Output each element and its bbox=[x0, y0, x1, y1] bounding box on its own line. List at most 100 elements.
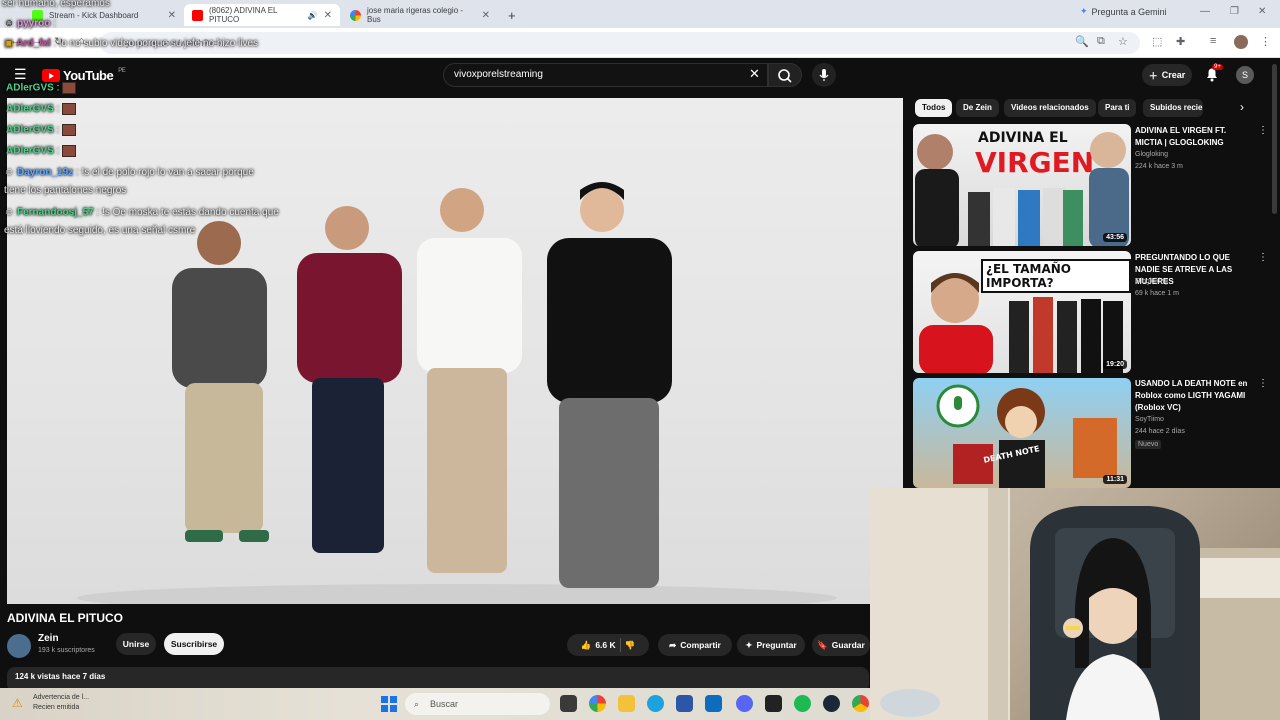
chip-videos-relacionados[interactable]: Videos relacionados bbox=[1004, 99, 1096, 117]
thumbnail-people bbox=[915, 132, 1129, 246]
menu-icon[interactable]: ⋮ bbox=[1260, 35, 1271, 48]
install-icon[interactable]: ⧉ bbox=[1097, 35, 1105, 48]
chat-badge-icon: ☺ bbox=[4, 18, 15, 29]
thumbnail-people bbox=[919, 273, 1123, 373]
recommendation-thumbnail[interactable]: ADIVINA EL VIRGEN 43:56 bbox=[913, 124, 1131, 246]
steam-icon[interactable] bbox=[823, 695, 840, 712]
chrome-icon[interactable] bbox=[852, 695, 869, 712]
channel-avatar[interactable] bbox=[7, 634, 31, 658]
search-icon: ⌕ bbox=[414, 699, 420, 709]
thumbnail-anime bbox=[936, 384, 1117, 488]
chat-line: ADlerGVS : bbox=[6, 124, 77, 136]
chat-badge-icon: ▣ bbox=[4, 38, 14, 49]
subscriber-count: 193 k suscriptores bbox=[38, 647, 95, 654]
search-button[interactable] bbox=[768, 63, 802, 87]
store-icon[interactable] bbox=[676, 695, 693, 712]
chat-line: ☺ pyyroo : bbox=[4, 18, 56, 29]
chat-line: está lloviendo seguido, es una señal csm… bbox=[4, 225, 196, 236]
video-title: ADIVINA EL PITUCO bbox=[7, 611, 124, 625]
gemini-button[interactable]: ✦ Pregunta a Gemini bbox=[1080, 6, 1167, 17]
channel-name[interactable]: Zein bbox=[38, 633, 59, 644]
chip-subidos-recientemente[interactable]: Subidos recientem bbox=[1143, 99, 1203, 117]
chip-todos[interactable]: Todos bbox=[915, 99, 953, 117]
task-view-icon[interactable] bbox=[560, 695, 577, 712]
chevron-right-icon[interactable]: › bbox=[1240, 100, 1244, 114]
spotify-icon[interactable] bbox=[794, 695, 811, 712]
recommendation-channel[interactable]: Glogloking bbox=[1135, 151, 1168, 158]
profile-avatar[interactable] bbox=[1234, 35, 1248, 49]
account-avatar[interactable]: S bbox=[1236, 66, 1254, 84]
share-button[interactable]: ➦ Compartir bbox=[658, 634, 732, 656]
recommendation-title[interactable]: ADIVINA EL VIRGEN FT. MICTIA | GLOGLOKIN… bbox=[1135, 125, 1255, 149]
tab-label: jose maria rigeras colegio - Bus bbox=[367, 6, 464, 24]
tab-google-search[interactable]: jose maria rigeras colegio - Bus ✕ bbox=[342, 4, 498, 26]
clear-search-icon[interactable]: ✕ bbox=[749, 66, 760, 82]
taskbar-search[interactable]: ⌕ Buscar bbox=[405, 693, 550, 715]
sparkle-icon: ✦ bbox=[745, 639, 753, 650]
recommendation-thumbnail[interactable]: DEATH NOTE 11:31 bbox=[913, 378, 1131, 488]
scrollbar[interactable] bbox=[1272, 64, 1277, 214]
google-icon bbox=[350, 9, 361, 21]
search-icon bbox=[778, 69, 792, 83]
chat-line: ▣ Ard_fxl : lo no subio video porque su … bbox=[4, 38, 259, 49]
windows-taskbar: ⚠ Advertencia de l... Recien emitida ⌕ B… bbox=[0, 688, 870, 720]
more-options-icon[interactable]: ⋮ bbox=[1258, 378, 1268, 389]
recommendation-meta: 224 k hace 3 m bbox=[1135, 163, 1183, 170]
chat-emote bbox=[62, 145, 77, 157]
file-explorer-icon[interactable] bbox=[618, 695, 635, 712]
notification-widget[interactable]: Advertencia de l... Recien emitida bbox=[33, 693, 89, 713]
puzzle-icon[interactable]: ✚ bbox=[1176, 35, 1185, 48]
discord-icon[interactable] bbox=[736, 695, 753, 712]
edge-icon[interactable] bbox=[647, 695, 664, 712]
chat-line: tiene los pantalones negros bbox=[4, 185, 127, 196]
recommendation-title[interactable]: USANDO LA DEATH NOTE en Roblox como LIGT… bbox=[1135, 378, 1255, 414]
bookmark-icon: 🔖 bbox=[817, 639, 828, 650]
chip-de-zein[interactable]: De Zein bbox=[956, 99, 999, 117]
extension-icon[interactable]: ⬚ bbox=[1152, 35, 1162, 48]
restore-icon[interactable]: ❐ bbox=[1230, 6, 1239, 17]
bookmark-star-icon[interactable]: ☆ bbox=[1118, 35, 1128, 48]
ask-button[interactable]: ✦ Preguntar bbox=[737, 634, 805, 656]
copilot-icon[interactable] bbox=[589, 695, 606, 712]
media-icon[interactable]: ≡ bbox=[1210, 35, 1216, 47]
recommendation-channel[interactable]: Glogloking bbox=[1135, 278, 1168, 285]
plus-icon: ＋ bbox=[1148, 70, 1158, 81]
voice-search-button[interactable] bbox=[812, 63, 836, 87]
like-dislike-group: 👍 6.6 K 👎 bbox=[567, 634, 649, 656]
chat-emote bbox=[62, 82, 77, 94]
chat-emote bbox=[62, 124, 77, 136]
duration-badge: 43:56 bbox=[1103, 233, 1127, 242]
zoom-icon[interactable]: 🔍 bbox=[1075, 35, 1089, 48]
close-icon[interactable]: ✕ bbox=[482, 10, 490, 21]
thumbs-down-icon[interactable]: 👎 bbox=[625, 640, 636, 651]
more-options-icon[interactable]: ⋮ bbox=[1258, 252, 1268, 263]
microphone-icon bbox=[819, 69, 829, 81]
streamer-webcam bbox=[870, 488, 1280, 720]
chat-line: ADlerGVS : bbox=[6, 82, 77, 94]
new-tab-button[interactable]: + bbox=[500, 4, 524, 26]
chip-para-ti[interactable]: Para ti bbox=[1098, 99, 1137, 117]
recommendation-meta: 244 hace 2 días bbox=[1135, 428, 1185, 435]
chat-line: ☺ Fernandoosj_57 : !s Oe moska te estás … bbox=[4, 207, 279, 218]
divider bbox=[619, 638, 621, 652]
new-badge: Nuevo bbox=[1135, 440, 1162, 449]
minimize-icon[interactable]: — bbox=[1200, 6, 1210, 17]
create-button[interactable]: ＋ Crear bbox=[1142, 64, 1192, 86]
search-input[interactable]: vivoxporelstreaming bbox=[443, 63, 768, 87]
notification-count-badge: 9+ bbox=[1212, 64, 1223, 70]
outlook-icon[interactable] bbox=[705, 695, 722, 712]
chat-badge-icon: ☺ bbox=[4, 167, 15, 178]
like-button[interactable]: 👍 6.6 K bbox=[581, 640, 616, 651]
more-options-icon[interactable]: ⋮ bbox=[1258, 125, 1268, 136]
join-button[interactable]: Unirse bbox=[116, 633, 156, 655]
windows-start-icon[interactable] bbox=[381, 696, 397, 712]
share-icon: ➦ bbox=[669, 639, 677, 650]
subscribe-button[interactable]: Suscribirse bbox=[164, 633, 224, 655]
recommendation-channel[interactable]: SoyTiimo bbox=[1135, 416, 1164, 423]
save-button[interactable]: 🔖 Guardar bbox=[812, 634, 870, 656]
chat-line: ☺ Dayron_19z : !s el de polo rojo lo van… bbox=[4, 167, 254, 178]
warning-icon[interactable]: ⚠ bbox=[12, 696, 23, 710]
close-window-icon[interactable]: ✕ bbox=[1258, 6, 1266, 17]
terminal-icon[interactable] bbox=[765, 695, 782, 712]
recommendation-thumbnail[interactable]: ¿EL TAMAÑO IMPORTA? 19:20 bbox=[913, 251, 1131, 373]
